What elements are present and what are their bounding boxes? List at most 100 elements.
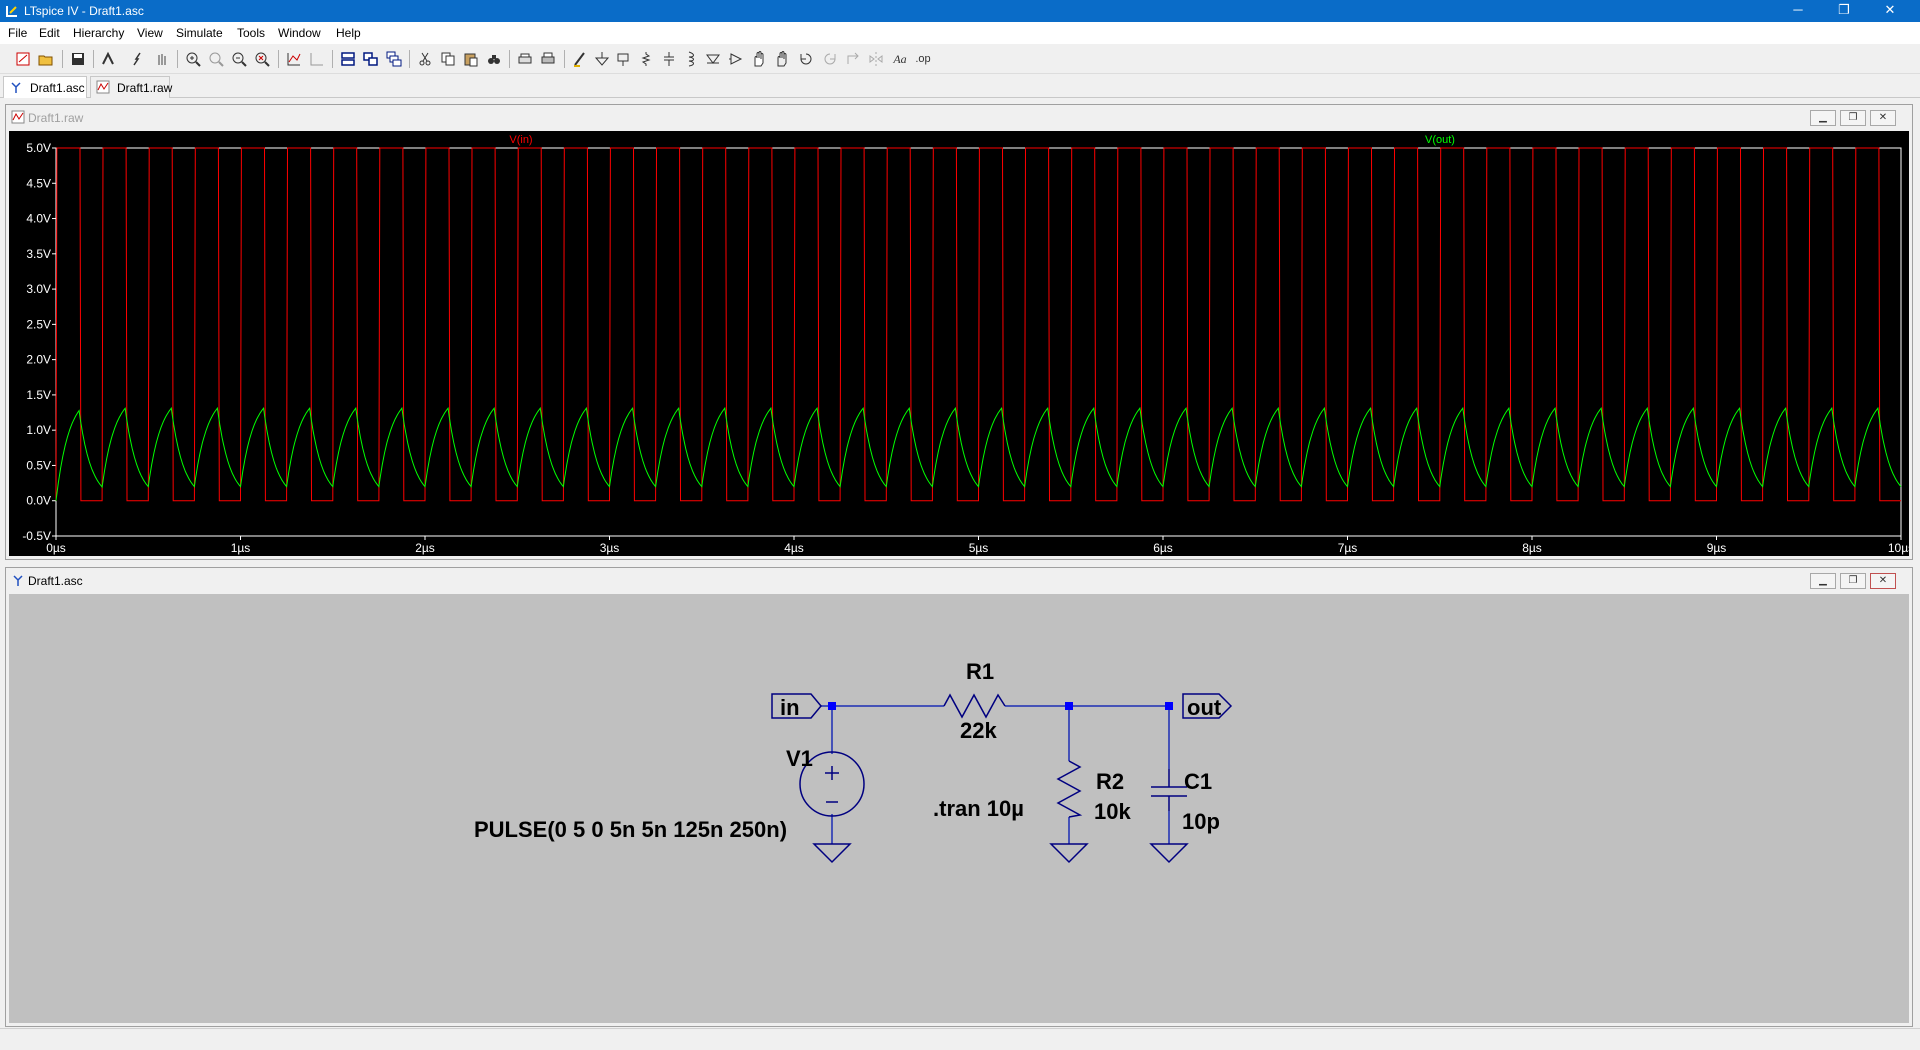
- new-schematic-icon[interactable]: [13, 49, 33, 69]
- x-tick-label: 5µs: [969, 541, 989, 555]
- menu-view[interactable]: View: [137, 26, 163, 40]
- v1-value-label[interactable]: PULSE(0 5 0 5n 5n 125n 250n): [474, 817, 787, 842]
- x-tick-label: 8µs: [1522, 541, 1542, 555]
- minimize-icon[interactable]: ▁: [1810, 573, 1836, 589]
- print-icon[interactable]: [538, 49, 558, 69]
- halt-icon[interactable]: [152, 49, 172, 69]
- r1-value-label[interactable]: 22k: [960, 718, 997, 743]
- net-label-out[interactable]: out: [1187, 695, 1222, 720]
- plot-legend: V(in) V(out): [509, 134, 1455, 146]
- text-icon[interactable]: Aa: [890, 49, 910, 69]
- menu-edit[interactable]: Edit: [39, 26, 60, 40]
- y-tick-label: 3.0V: [26, 282, 51, 296]
- waveform-window-title: Draft1.raw: [28, 111, 84, 125]
- schematic-drawing[interactable]: in out R1 22k V1 PULSE(0 5 0 5n 5n 125n …: [9, 594, 1909, 1024]
- y-tick-label: 1.0V: [26, 423, 51, 437]
- menu-help[interactable]: Help: [336, 26, 361, 40]
- schematic-window-header[interactable]: Draft1.asc ▁ ❐ ✕: [6, 568, 1912, 592]
- ltspice-logo-icon: [6, 6, 17, 17]
- rotate-icon[interactable]: [843, 49, 863, 69]
- v1-ref-label[interactable]: V1: [786, 746, 813, 771]
- tab-label: Draft1.asc: [30, 81, 85, 95]
- close-icon[interactable]: ✕: [1870, 573, 1896, 589]
- drag-icon[interactable]: [772, 49, 792, 69]
- r2-ref-label[interactable]: R2: [1096, 769, 1124, 794]
- legend-v-in[interactable]: V(in): [509, 134, 532, 146]
- net-label-in[interactable]: in: [780, 695, 800, 720]
- spice-directive-icon[interactable]: .op: [913, 49, 933, 69]
- menu-simulate[interactable]: Simulate: [176, 26, 223, 40]
- junction-dot: [1065, 702, 1073, 710]
- open-icon[interactable]: [36, 49, 56, 69]
- close-icon[interactable]: ✕: [1870, 110, 1896, 126]
- label-net-icon[interactable]: [614, 49, 634, 69]
- spice-directive[interactable]: .tran 10µ: [933, 796, 1024, 821]
- minimize-icon[interactable]: ▁: [1810, 110, 1836, 126]
- capacitor-c1-symbol[interactable]: [1151, 769, 1187, 811]
- c1-value-label[interactable]: 10p: [1182, 809, 1220, 834]
- menu-hierarchy[interactable]: Hierarchy: [73, 26, 124, 40]
- schematic-icon: [9, 80, 23, 97]
- toolbar: Aa .op: [0, 44, 1920, 74]
- schematic-canvas[interactable]: in out R1 22k V1 PULSE(0 5 0 5n 5n 125n …: [9, 594, 1909, 1023]
- grid-icon[interactable]: [307, 49, 327, 69]
- schematic-icon: [11, 573, 25, 590]
- diode-icon[interactable]: [703, 49, 723, 69]
- tab-draft1-raw[interactable]: Draft1.raw: [90, 76, 173, 98]
- zoom-fit-icon[interactable]: [229, 49, 249, 69]
- waveform-window-header[interactable]: Draft1.raw ▁ ❐ ✕: [6, 105, 1912, 129]
- tab-label: Draft1.raw: [117, 81, 173, 95]
- waveform-chart[interactable]: 5.0V 4.5V 4.0V 3.5V 3.0V 2.5V 2.0V 1.5V 1.0V 0.5V…: [9, 131, 1914, 556]
- resistor-icon[interactable]: [636, 49, 656, 69]
- y-tick-label: 2.5V: [26, 317, 51, 331]
- x-tick-label: 0µs: [46, 541, 66, 555]
- control-panel-icon[interactable]: [98, 49, 118, 69]
- restore-icon[interactable]: ❐: [1840, 110, 1866, 126]
- paste-icon[interactable]: [461, 49, 481, 69]
- cascade-icon[interactable]: [384, 49, 404, 69]
- r2-value-label[interactable]: 10k: [1094, 799, 1131, 824]
- y-tick-label: 4.5V: [26, 176, 51, 190]
- menu-window[interactable]: Window: [278, 26, 321, 40]
- save-icon[interactable]: [68, 49, 88, 69]
- zoom-in-icon[interactable]: [183, 49, 203, 69]
- resistor-r2-symbol[interactable]: [1056, 760, 1083, 818]
- draw-wire-icon[interactable]: [570, 49, 590, 69]
- mirror-icon[interactable]: [866, 49, 886, 69]
- capacitor-icon[interactable]: [659, 49, 679, 69]
- component-icon[interactable]: [726, 49, 746, 69]
- resistor-r1-symbol[interactable]: [943, 693, 1006, 719]
- zoom-cancel-icon[interactable]: [252, 49, 272, 69]
- run-icon[interactable]: [128, 49, 148, 69]
- y-tick-label: 4.0V: [26, 212, 51, 226]
- tile-horizontal-icon[interactable]: [338, 49, 358, 69]
- waveform-plot[interactable]: 5.0V 4.5V 4.0V 3.5V 3.0V 2.5V 2.0V 1.5V 1.0V 0.5V…: [9, 131, 1914, 556]
- minimize-button[interactable]: ─: [1775, 0, 1821, 22]
- find-icon[interactable]: [484, 49, 504, 69]
- ground-icon[interactable]: [592, 49, 612, 69]
- waveform-window: Draft1.raw ▁ ❐ ✕ 5.0V 4.5V 4.0V 3.5V 3.0V 2.5…: [5, 104, 1914, 560]
- y-tick-label: 0.0V: [26, 494, 51, 508]
- y-tick-label: 1.5V: [26, 388, 51, 402]
- close-button[interactable]: ✕: [1867, 0, 1913, 22]
- redo-icon[interactable]: [820, 49, 840, 69]
- menu-tools[interactable]: Tools: [237, 26, 265, 40]
- copy-icon[interactable]: [438, 49, 458, 69]
- print-setup-icon[interactable]: [515, 49, 535, 69]
- legend-v-out[interactable]: V(out): [1425, 134, 1455, 146]
- zoom-out-icon[interactable]: [206, 49, 226, 69]
- inductor-icon[interactable]: [681, 49, 701, 69]
- move-icon[interactable]: [749, 49, 769, 69]
- restore-button[interactable]: ❐: [1821, 0, 1867, 22]
- r1-ref-label[interactable]: R1: [966, 659, 994, 684]
- c1-ref-label[interactable]: C1: [1184, 769, 1212, 794]
- restore-icon[interactable]: ❐: [1840, 573, 1866, 589]
- tab-draft1-asc[interactable]: Draft1.asc: [3, 76, 87, 98]
- menu-file[interactable]: File: [8, 26, 27, 40]
- autorange-icon[interactable]: [284, 49, 304, 69]
- undo-icon[interactable]: [796, 49, 816, 69]
- y-tick-label: 5.0V: [26, 141, 51, 155]
- cut-icon[interactable]: [415, 49, 435, 69]
- tile-vertical-icon[interactable]: [361, 49, 381, 69]
- x-tick-label: 6µs: [1153, 541, 1173, 555]
